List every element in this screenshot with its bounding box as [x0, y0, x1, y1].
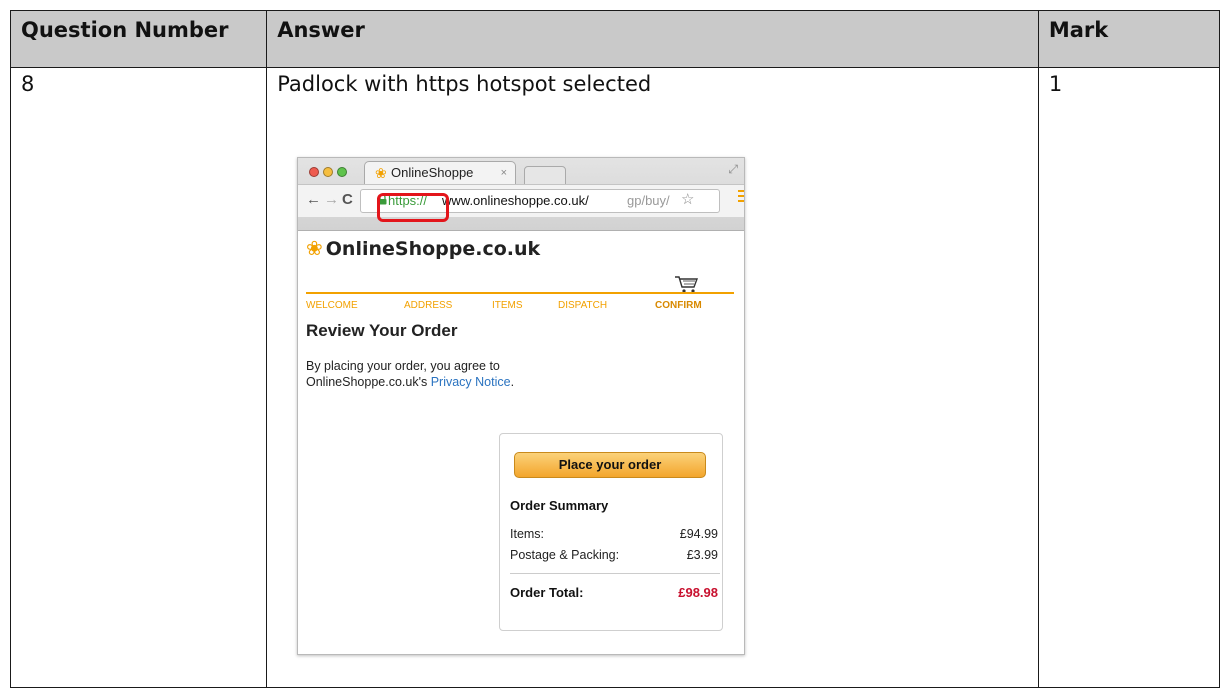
header-answer: Answer	[266, 10, 1039, 68]
browser-toolbar: ← → C https:// www.onlineshoppe.co.uk/ g…	[298, 184, 744, 217]
agreement-line-1: By placing your order, you agree to	[306, 359, 500, 373]
items-row: Items: £94.99	[510, 527, 718, 541]
answer-text: Padlock with https hotspot selected	[277, 72, 652, 96]
order-total-row: Order Total: £98.98	[510, 585, 718, 600]
tab-title: OnlineShoppe	[391, 165, 474, 180]
browser-chrome: ❀ OnlineShoppe × ⤢ ← → C https:// www.on…	[298, 158, 744, 231]
shop-page: ❀ OnlineShoppe.co.uk WELCOME ADDRESS ITEM…	[298, 230, 744, 654]
browser-screenshot-figure: ❀ OnlineShoppe × ⤢ ← → C https:// www.on…	[297, 157, 745, 655]
shop-favicon-icon: ❀	[375, 165, 387, 181]
items-value: £94.99	[679, 527, 718, 541]
close-window-icon[interactable]	[309, 167, 319, 177]
step-address[interactable]: ADDRESS	[404, 300, 452, 311]
url-host: www.onlineshoppe.co.uk/	[442, 193, 589, 208]
browser-tab[interactable]: ❀ OnlineShoppe ×	[364, 161, 516, 184]
star-icon[interactable]: ☆	[681, 189, 694, 211]
items-label: Items:	[510, 527, 545, 541]
step-dispatch[interactable]: DISPATCH	[558, 300, 607, 311]
reload-icon[interactable]: C	[342, 191, 353, 208]
fullscreen-icon[interactable]: ⤢	[728, 162, 738, 177]
question-number-cell: 8	[9, 67, 268, 688]
order-total-value: £98.98	[678, 585, 718, 600]
postage-value: £3.99	[686, 548, 718, 562]
shop-brand-name: OnlineShoppe.co.uk	[325, 238, 541, 260]
step-confirm[interactable]: CONFIRM	[655, 300, 702, 311]
minimize-window-icon[interactable]	[323, 167, 333, 177]
header-question-number: Question Number	[9, 10, 268, 68]
forward-arrow-icon[interactable]: →	[324, 191, 339, 208]
summary-divider	[510, 573, 720, 574]
privacy-notice-link[interactable]: Privacy Notice	[431, 375, 511, 389]
step-welcome[interactable]: WELCOME	[306, 300, 358, 311]
step-items[interactable]: ITEMS	[492, 300, 523, 311]
new-tab-button[interactable]	[524, 166, 566, 185]
back-arrow-icon[interactable]: ←	[306, 191, 321, 208]
tab-close-icon[interactable]: ×	[501, 162, 507, 184]
shop-logo[interactable]: ❀ OnlineShoppe.co.uk	[306, 236, 540, 260]
agreement-line-2: OnlineShoppe.co.uk's	[306, 375, 431, 389]
header-mark: Mark	[1037, 10, 1221, 68]
maximize-window-icon[interactable]	[337, 167, 347, 177]
header-row: Question Number Answer Mark	[9, 10, 1221, 68]
checkout-progress-line	[306, 292, 734, 294]
order-total-label: Order Total:	[510, 585, 584, 600]
agreement-text: By placing your order, you agree to Onli…	[306, 358, 606, 390]
order-summary-card: Place your order Order Summary Items: £9…	[499, 433, 723, 631]
order-summary-title: Order Summary	[510, 498, 609, 513]
menu-icon[interactable]	[738, 190, 744, 204]
url-path: gp/buy/	[627, 193, 670, 208]
mark-cell: 1	[1037, 67, 1221, 688]
postage-row: Postage & Packing: £3.99	[510, 548, 718, 562]
shop-logo-icon: ❀	[306, 236, 323, 260]
place-order-button[interactable]: Place your order	[514, 452, 706, 478]
cart-icon	[674, 276, 700, 299]
postage-label: Postage & Packing:	[510, 548, 620, 562]
https-hotspot-highlight	[377, 193, 449, 222]
review-order-heading: Review Your Order	[306, 321, 458, 340]
agreement-end: .	[510, 375, 515, 389]
